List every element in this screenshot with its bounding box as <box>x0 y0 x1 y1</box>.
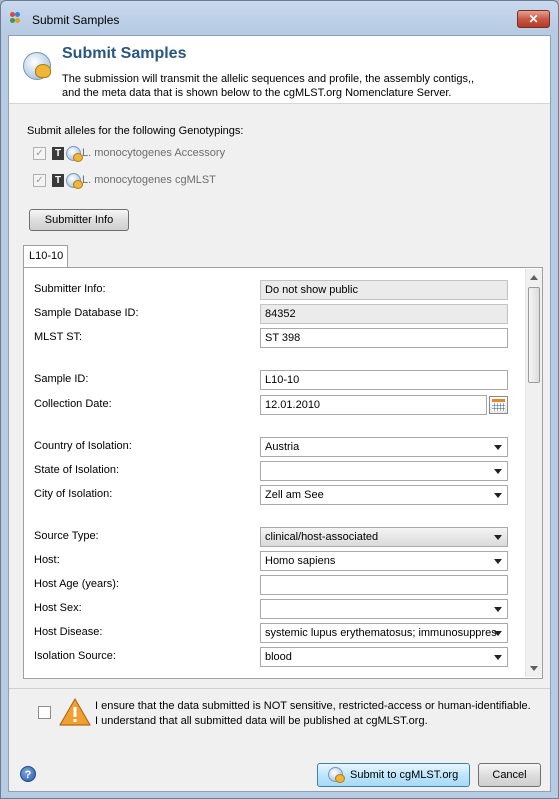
row-isolation-source: Isolation Source: blood <box>25 647 523 667</box>
chevron-down-icon <box>494 655 502 660</box>
host-disease-select[interactable]: systemic lupus erythematosus; immunosupp… <box>260 623 508 643</box>
field-label: City of Isolation: <box>34 488 113 500</box>
chevron-down-icon <box>494 631 502 636</box>
chevron-down-icon <box>494 493 502 498</box>
select-value: blood <box>265 651 292 663</box>
select-value: Homo sapiens <box>265 555 336 567</box>
row-country: Country of Isolation: Austria <box>25 437 523 457</box>
host-sex-select[interactable] <box>260 599 508 619</box>
dialog-window: Submit Samples ✕ Submit Samples The subm… <box>0 0 559 799</box>
genotypings-label: Submit alleles for the following Genotyp… <box>27 125 244 137</box>
field-label: State of Isolation: <box>34 464 119 476</box>
field-label: Sample Database ID: <box>34 307 139 319</box>
window-title: Submit Samples <box>32 13 120 27</box>
row-mlst-st: MLST ST: ST 398 <box>25 328 523 348</box>
source-type-select[interactable]: clinical/host-associated <box>260 527 508 547</box>
chevron-down-icon <box>494 607 502 612</box>
dialog-header: Submit Samples The submission will trans… <box>9 36 550 104</box>
genotyping-checkbox[interactable]: ✓ <box>33 147 46 160</box>
select-value: clinical/host-associated <box>265 531 379 543</box>
field-label: Isolation Source: <box>34 650 116 662</box>
chevron-down-icon <box>494 445 502 450</box>
field-label: Submitter Info: <box>34 283 106 295</box>
mlst-st-field[interactable]: ST 398 <box>260 328 508 348</box>
field-label: MLST ST: <box>34 331 83 343</box>
isolation-source-select[interactable]: blood <box>260 647 508 667</box>
submitter-info-button[interactable]: Submitter Info <box>29 209 129 231</box>
cancel-button[interactable]: Cancel <box>478 763 541 787</box>
select-value: Zell am See <box>265 489 324 501</box>
genotyping-checkbox[interactable]: ✓ <box>33 174 46 187</box>
row-host-sex: Host Sex: <box>25 599 523 619</box>
header-description: The submission will transmit the allelic… <box>62 73 475 99</box>
submit-button[interactable]: Submit to cgMLST.org <box>317 763 470 787</box>
sample-id-field[interactable]: L10-10 <box>260 370 508 390</box>
field-label: Sample ID: <box>34 373 89 385</box>
field-label: Host Age (years): <box>34 578 119 590</box>
row-submitter-info: Submitter Info: Do not show public <box>25 280 523 300</box>
field-label: Source Type: <box>34 530 99 542</box>
form-scrollbar[interactable] <box>525 269 542 677</box>
genotyping-label: L. monocytogenes cgMLST <box>82 174 216 186</box>
submitter-info-field: Do not show public <box>260 280 508 300</box>
genotyping-label: L. monocytogenes Accessory <box>82 147 226 159</box>
dialog-body: Submit Samples The submission will trans… <box>8 35 551 792</box>
consent-line-1: I ensure that the data submitted is NOT … <box>95 700 531 712</box>
scrollbar-thumb[interactable] <box>528 287 540 383</box>
sample-db-id-field: 84352 <box>260 304 508 324</box>
row-state: State of Isolation: <box>25 461 523 481</box>
row-host: Host: Homo sapiens <box>25 551 523 571</box>
task-template-icon: T <box>52 174 64 187</box>
scroll-up-icon[interactable] <box>530 275 538 280</box>
row-collection-date: Collection Date: 12.01.2010 <box>25 395 523 415</box>
app-icon <box>10 12 24 24</box>
scroll-down-icon[interactable] <box>530 666 538 671</box>
genotyping-item-cgmlst: ✓ T L. monocytogenes cgMLST <box>33 173 216 190</box>
row-host-age: Host Age (years): <box>25 575 523 595</box>
field-label: Host Disease: <box>34 626 103 638</box>
page-title: Submit Samples <box>62 45 187 62</box>
sample-form-panel: Submitter Info: Do not show public Sampl… <box>23 267 543 679</box>
submit-button-label: Submit to cgMLST.org <box>350 769 459 781</box>
field-label: Collection Date: <box>34 398 112 410</box>
row-sample-id: Sample ID: L10-10 <box>25 370 523 390</box>
submit-globe-icon <box>23 52 51 80</box>
calendar-icon[interactable] <box>489 396 508 414</box>
nomenclature-globe-icon <box>66 146 83 162</box>
consent-line-2: I understand that all submitted data wil… <box>95 715 428 727</box>
consent-checkbox[interactable] <box>38 706 51 719</box>
sample-form: Submitter Info: Do not show public Sampl… <box>25 269 523 677</box>
country-select[interactable]: Austria <box>260 437 508 457</box>
collection-date-field[interactable]: 12.01.2010 <box>260 395 487 415</box>
field-label: Country of Isolation: <box>34 440 132 452</box>
field-label: Host Sex: <box>34 602 82 614</box>
close-button[interactable]: ✕ <box>517 10 550 28</box>
host-age-field[interactable] <box>260 575 508 595</box>
select-value: systemic lupus erythematosus; immunosupp… <box>265 627 497 639</box>
task-template-icon: T <box>52 147 64 160</box>
tab-sample[interactable]: L10-10 <box>23 245 68 268</box>
city-select[interactable]: Zell am See <box>260 485 508 505</box>
title-bar[interactable]: Submit Samples ✕ <box>1 1 558 35</box>
genotyping-item-accessory: ✓ T L. monocytogenes Accessory <box>33 146 225 163</box>
chevron-down-icon <box>494 469 502 474</box>
row-sample-db-id: Sample Database ID: 84352 <box>25 304 523 324</box>
select-value: Austria <box>265 441 300 453</box>
footer-divider <box>9 688 550 689</box>
row-source-type: Source Type: clinical/host-associated <box>25 527 523 547</box>
help-icon[interactable]: ? <box>20 766 36 782</box>
upload-globe-icon <box>328 767 345 783</box>
warning-icon <box>59 698 91 726</box>
state-select[interactable] <box>260 461 508 481</box>
field-label: Host: <box>34 554 60 566</box>
host-select[interactable]: Homo sapiens <box>260 551 508 571</box>
chevron-down-icon <box>494 535 502 540</box>
chevron-down-icon <box>494 559 502 564</box>
nomenclature-globe-icon <box>66 173 83 189</box>
row-city: City of Isolation: Zell am See <box>25 485 523 505</box>
consent-text: I ensure that the data submitted is NOT … <box>95 699 531 729</box>
row-host-disease: Host Disease: systemic lupus erythematos… <box>25 623 523 643</box>
